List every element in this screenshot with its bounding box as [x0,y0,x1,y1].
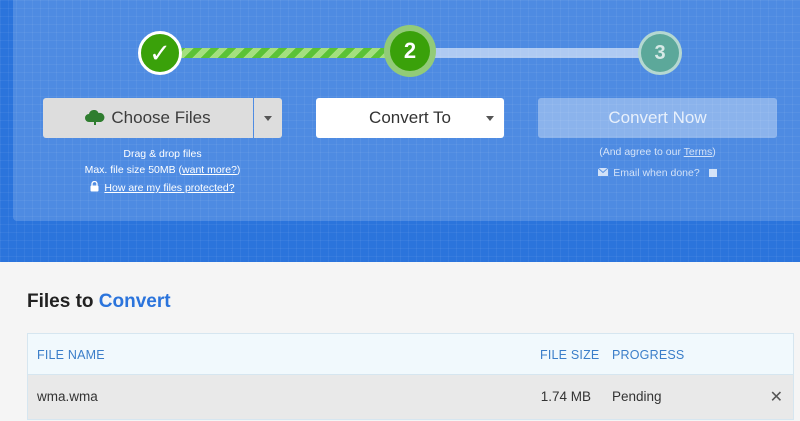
cloud-upload-icon [85,110,105,126]
column-header-file-name: FILE NAME [37,348,105,362]
email-when-done-label: Email when done? [613,167,700,179]
envelope-icon [597,167,609,179]
column-header-file-size: FILE SIZE [540,348,600,362]
file-size-cell: 1.74 MB [540,389,591,404]
max-size-suffix: ) [236,164,241,176]
files-table-header: FILE NAME FILE SIZE PROGRESS [28,334,793,375]
progress-cell: Pending [612,389,662,404]
choose-files-button[interactable]: Choose Files [43,98,253,138]
upload-hero: ✓ 2 3 Choose Files Convert To Convert No… [0,0,800,262]
email-when-done-option[interactable]: Email when done? [538,167,777,179]
terms-link[interactable]: Terms [684,146,713,158]
files-title-prefix: Files to [27,291,99,312]
convert-now-button[interactable]: Convert Now [538,98,777,138]
remove-file-icon[interactable]: ✕ [770,387,783,407]
max-size-hint: Max. file size 50MB (want more?) [43,162,282,178]
file-name-cell: wma.wma [37,389,98,404]
step-1-complete-indicator: ✓ [138,31,182,75]
step-2-label: 2 [403,38,417,63]
file-protection-hint: How are my files protected? [43,180,282,195]
convert-to-select[interactable]: Convert To [316,98,504,138]
column-header-progress: PROGRESS [612,348,685,362]
checkmark-icon: ✓ [149,37,171,68]
terms-agreement: (And agree to our Terms) [538,146,777,158]
step-3-label: 3 [654,41,666,64]
agree-suffix: ) [712,146,716,158]
convert-to-label: Convert To [369,108,451,127]
step-3-pending-indicator: 3 [638,31,682,75]
email-when-done-checkbox[interactable] [708,169,717,177]
chevron-down-icon [264,115,272,121]
choose-files-label: Choose Files [111,108,211,127]
step-2-active-indicator: 2 [384,25,436,77]
files-protected-link[interactable]: How are my files protected? [104,182,234,194]
files-table: FILE NAME FILE SIZE PROGRESS wma.wma 1.7… [27,333,794,420]
progress-track-remaining [410,48,660,58]
convert-now-label: Convert Now [608,108,707,127]
max-size-text: Max. file size 50MB ( [84,164,183,176]
upload-hints: Drag & drop files Max. file size 50MB (w… [43,146,282,178]
lock-icon [90,180,99,195]
agree-text: (And agree to our [599,146,684,158]
files-title-accent: Convert [98,291,171,312]
chevron-down-icon [486,116,494,121]
progress-track-completed [160,48,410,58]
choose-files-dropdown-button[interactable] [254,98,282,138]
table-row: wma.wma 1.74 MB Pending ✕ [28,375,793,419]
files-section-title: Files to Convert [27,291,171,313]
want-more-link[interactable]: want more? [182,164,237,176]
drag-drop-hint: Drag & drop files [123,148,202,160]
